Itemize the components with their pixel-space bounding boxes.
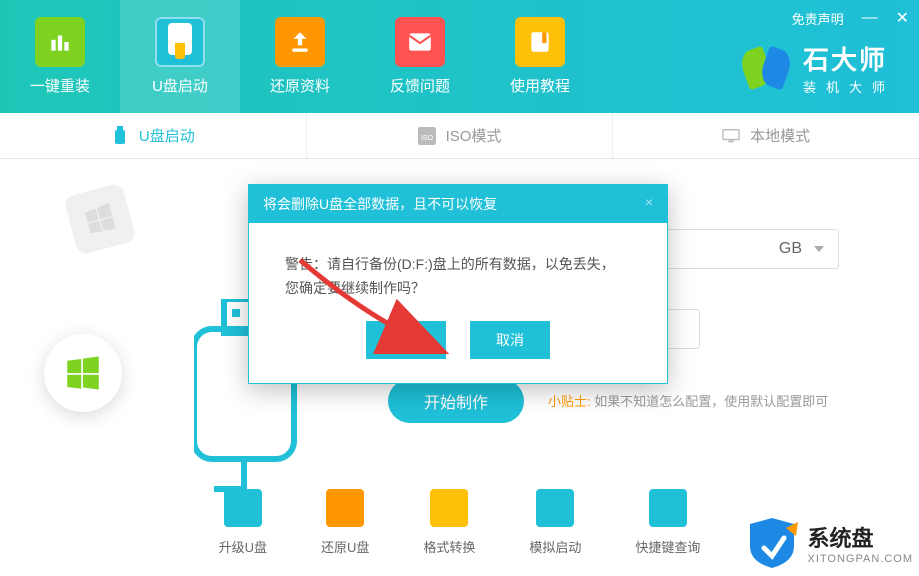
tab-local-mode[interactable]: 本地模式 (613, 113, 919, 158)
tool-restore-usb[interactable]: 还原U盘 (321, 489, 369, 556)
watermark: 系统盘 XITONGPAN.COM (742, 516, 914, 570)
nav-label: U盘启动 (152, 75, 208, 96)
dialog-title: 将会删除U盘全部数据，且不可以恢复 (263, 194, 497, 214)
cancel-button[interactable]: 取消 (470, 321, 550, 359)
tool-label: 升级U盘 (219, 537, 267, 556)
windows-tile-icon (63, 182, 136, 255)
upload-icon (275, 17, 325, 67)
confirm-button[interactable]: 确定 (366, 321, 446, 359)
disclaimer-link[interactable]: 免责声明 (792, 9, 844, 28)
watermark-url: XITONGPAN.COM (808, 553, 914, 565)
usb-up-icon (224, 489, 262, 527)
tab-iso-mode[interactable]: ISO ISO模式 (307, 113, 614, 158)
svg-text:ISO: ISO (421, 135, 434, 142)
tip-row: 小贴士: 如果不知道怎么配置，使用默认配置即可 (548, 391, 828, 410)
dialog-warning-line1: 警告：请自行备份(D:F:)盘上的所有数据，以免丢失， (285, 253, 631, 277)
button-label: 确定 (392, 330, 420, 350)
keyboard-icon (649, 489, 687, 527)
minimize-button[interactable]: — (862, 9, 878, 27)
button-label: 开始制作 (424, 389, 488, 413)
nav-tutorial[interactable]: 使用教程 (480, 0, 600, 113)
monitor-play-icon (536, 489, 574, 527)
button-label: 取消 (496, 330, 524, 350)
start-make-button[interactable]: 开始制作 (388, 379, 524, 423)
nav-reinstall[interactable]: 一键重装 (0, 0, 120, 113)
brand-name: 石大师 (803, 40, 895, 77)
iso-icon: ISO (418, 127, 436, 145)
tool-label: 格式转换 (423, 537, 475, 556)
tool-shortcut-lookup[interactable]: 快捷键查询 (635, 489, 700, 556)
tool-simulate-boot[interactable]: 模拟启动 (529, 489, 581, 556)
dialog-footer: 确定 取消 (249, 309, 667, 383)
nav-label: 还原资料 (270, 75, 330, 96)
title-bar: 一键重装 U盘启动 还原资料 反馈问题 使用教程 免责声明 — ✕ 石大师 装机… (0, 0, 919, 113)
mail-icon (395, 17, 445, 67)
tool-label: 还原U盘 (321, 537, 369, 556)
nav-label: 反馈问题 (390, 75, 450, 96)
watermark-name: 系统盘 (808, 521, 914, 553)
watermark-logo-icon (742, 516, 802, 570)
nav-label: 一键重装 (30, 75, 90, 96)
windows-circle-button[interactable] (44, 334, 122, 412)
dropdown-value: GB (779, 240, 802, 258)
dialog-close-button[interactable]: × (645, 194, 653, 214)
dialog-header: 将会删除U盘全部数据，且不可以恢复 × (249, 185, 667, 223)
shield-usb-icon (155, 17, 205, 67)
tab-label: 本地模式 (750, 125, 810, 146)
convert-icon (430, 489, 468, 527)
tab-usb-boot[interactable]: U盘启动 (0, 113, 307, 158)
brand: 石大师 装机大师 (741, 40, 895, 96)
confirm-dialog: 将会删除U盘全部数据，且不可以恢复 × 警告：请自行备份(D:F:)盘上的所有数… (248, 184, 668, 384)
tip-label: 小贴士: (548, 394, 591, 409)
tip-text: 如果不知道怎么配置，使用默认配置即可 (594, 394, 828, 409)
monitor-icon (722, 127, 740, 145)
nav-restore[interactable]: 还原资料 (240, 0, 360, 113)
tool-upgrade-usb[interactable]: 升级U盘 (219, 489, 267, 556)
dialog-warning-line2: 您确定要继续制作吗？ (285, 277, 631, 301)
brand-subtitle: 装机大师 (803, 77, 895, 96)
brand-logo-icon (741, 43, 791, 93)
dialog-body: 警告：请自行备份(D:F:)盘上的所有数据，以免丢失， 您确定要继续制作吗？ (249, 223, 667, 309)
restore-icon (326, 489, 364, 527)
window-controls: 免责声明 — ✕ (792, 8, 909, 28)
tool-label: 快捷键查询 (635, 537, 700, 556)
tool-format-convert[interactable]: 格式转换 (423, 489, 475, 556)
nav-feedback[interactable]: 反馈问题 (360, 0, 480, 113)
nav-label: 使用教程 (510, 75, 570, 96)
tab-label: ISO模式 (446, 125, 502, 146)
nav-usb-boot[interactable]: U盘启动 (120, 0, 240, 113)
close-button[interactable]: ✕ (896, 8, 909, 28)
book-icon (515, 17, 565, 67)
mode-tabs: U盘启动 ISO ISO模式 本地模式 (0, 113, 919, 159)
tab-label: U盘启动 (139, 125, 195, 146)
tool-label: 模拟启动 (529, 537, 581, 556)
bar-chart-icon (35, 17, 85, 67)
usb-small-icon (111, 127, 129, 145)
